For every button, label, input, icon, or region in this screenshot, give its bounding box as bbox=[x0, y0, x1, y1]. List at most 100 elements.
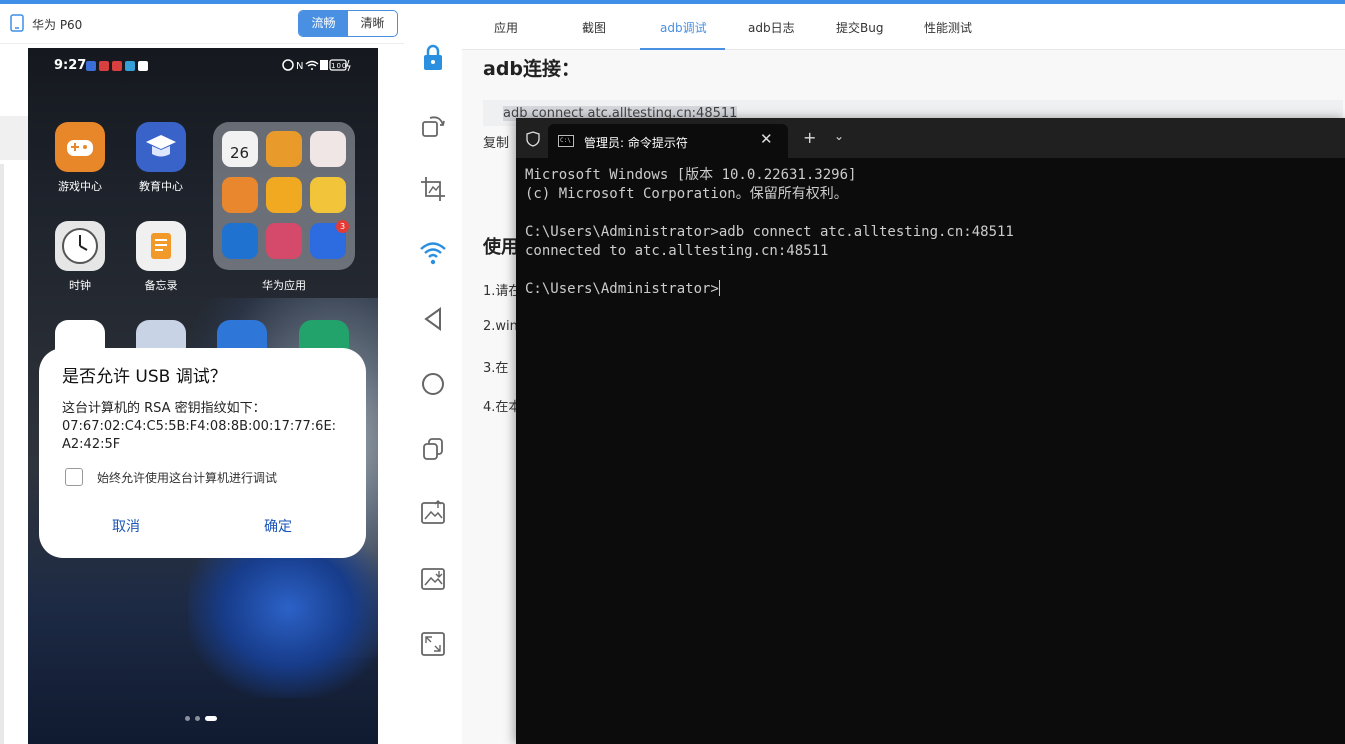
terminal-tab-title: 管理员: 命令提示符 bbox=[584, 136, 688, 150]
mail-app-icon: 3 bbox=[310, 220, 349, 259]
terminal-tab[interactable]: C:\ 管理员: 命令提示符 ✕ bbox=[548, 124, 788, 158]
usage-heading: 使用 bbox=[483, 237, 519, 258]
gift-app-icon bbox=[310, 131, 346, 167]
close-icon[interactable]: ✕ bbox=[760, 130, 773, 148]
graduation-cap-icon bbox=[136, 122, 186, 172]
left-gutter bbox=[0, 44, 28, 744]
notif-icon bbox=[86, 61, 96, 71]
mode-smooth-button[interactable]: 流畅 bbox=[299, 11, 348, 36]
recent-apps-icon[interactable] bbox=[418, 434, 448, 464]
page-dot-current bbox=[205, 716, 217, 721]
notes-icon bbox=[136, 221, 186, 271]
cmd-icon: C:\ bbox=[558, 135, 574, 147]
rotate-icon[interactable] bbox=[418, 110, 448, 140]
signal-wifi-battery-icon: N 100 bbox=[282, 59, 351, 72]
back-icon[interactable] bbox=[418, 304, 448, 334]
cancel-button[interactable]: 取消 bbox=[112, 516, 140, 536]
cup-app-icon bbox=[266, 177, 302, 213]
home-icon[interactable] bbox=[418, 369, 448, 399]
top-tabs: 应用 截图 adb调试 adb日志 提交Bug 性能测试 bbox=[462, 4, 1345, 50]
chevron-down-icon[interactable]: ⌄ bbox=[834, 129, 844, 143]
dialog-body: 这台计算机的 RSA 密钥指纹如下： 07:67:02:C4:C5:5B:F4:… bbox=[62, 400, 352, 454]
app-notes[interactable]: 备忘录 bbox=[126, 221, 196, 293]
page-dot bbox=[185, 716, 190, 721]
mode-clear-button[interactable]: 清晰 bbox=[348, 11, 397, 36]
status-right-icons: N 100 bbox=[282, 58, 352, 75]
terminal-line: connected to atc.alltesting.cn:48511 bbox=[525, 243, 829, 259]
usb-debug-dialog: 是否允许 USB 调试？ 这台计算机的 RSA 密钥指纹如下： 07:67:02… bbox=[39, 348, 366, 558]
app-folder[interactable]: 26 3 bbox=[213, 122, 355, 270]
partial-app-icon bbox=[136, 320, 186, 350]
phone-icon bbox=[10, 14, 24, 32]
dialog-title: 是否允许 USB 调试？ bbox=[62, 367, 227, 387]
terminal-line: Microsoft Windows [版本 10.0.22631.3296] bbox=[525, 167, 857, 183]
partial-app-icon bbox=[299, 320, 349, 350]
status-time: 9:27 bbox=[54, 58, 87, 73]
tab-adb-log[interactable]: adb日志 bbox=[748, 19, 795, 36]
folder-label: 华为应用 bbox=[262, 279, 306, 292]
text-cursor bbox=[718, 280, 720, 296]
app-window: 华为 P60 流畅 清晰 9:27 N 100 游戏中心 教育中心 26 3 华… bbox=[0, 0, 1345, 744]
partial-app-icon bbox=[55, 320, 105, 350]
svg-text:100: 100 bbox=[331, 62, 347, 70]
wifi-icon[interactable] bbox=[418, 238, 448, 268]
calendar-day: 26 bbox=[230, 144, 250, 162]
page-dot bbox=[195, 716, 200, 721]
adb-connect-heading: adb连接： bbox=[483, 58, 581, 80]
tab-adb-debug[interactable]: adb调试 bbox=[660, 19, 707, 36]
app-education-center[interactable]: 教育中心 bbox=[126, 122, 196, 194]
usage-step: 2.win bbox=[483, 319, 518, 334]
phone-status-bar: 9:27 N 100 bbox=[28, 48, 378, 82]
app-label: 游戏中心 bbox=[58, 180, 102, 193]
quality-toggle[interactable]: 流畅 清晰 bbox=[298, 10, 398, 37]
dialog-fingerprint: 07:67:02:C4:C5:5B:F4:08:8B:00:17:77:6E: bbox=[62, 419, 337, 434]
notif-icon bbox=[125, 61, 135, 71]
app-label: 时钟 bbox=[69, 279, 91, 292]
app-game-center[interactable]: 游戏中心 bbox=[45, 122, 115, 194]
partial-app-icon bbox=[217, 320, 267, 350]
crop-icon[interactable] bbox=[418, 174, 448, 204]
tool-column bbox=[404, 4, 462, 744]
heart-app-icon bbox=[266, 131, 302, 167]
copy-hint[interactable]: 复制 bbox=[483, 132, 509, 151]
fox-app-icon bbox=[222, 177, 258, 213]
ix-app-icon bbox=[266, 223, 302, 259]
clock-icon bbox=[55, 221, 105, 271]
new-tab-icon[interactable]: + bbox=[803, 128, 816, 147]
screenshot-icon[interactable] bbox=[418, 498, 448, 528]
gutter-line bbox=[0, 164, 4, 744]
terminal-line: (c) Microsoft Corporation。保留所有权利。 bbox=[525, 186, 848, 202]
shield-icon bbox=[526, 131, 540, 147]
terminal-prompt: C:\Users\Administrator> bbox=[525, 281, 719, 297]
save-image-icon[interactable] bbox=[418, 564, 448, 594]
usage-step: 3.在 bbox=[483, 361, 509, 376]
gamepad-icon bbox=[55, 122, 105, 172]
terminal-tab-bar: C:\ 管理员: 命令提示符 ✕ + ⌄ bbox=[516, 118, 1345, 158]
app-label: 备忘录 bbox=[144, 279, 178, 292]
phone-screen[interactable]: 9:27 N 100 游戏中心 教育中心 26 3 华为应用 时钟 备忘录 是否… bbox=[28, 48, 378, 744]
always-allow-checkbox[interactable] bbox=[65, 468, 83, 486]
diamond-app-icon bbox=[310, 177, 346, 213]
terminal-window[interactable]: C:\ 管理员: 命令提示符 ✕ + ⌄ Microsoft Windows [… bbox=[516, 118, 1345, 744]
page-indicator bbox=[185, 716, 217, 721]
globe-app-icon bbox=[222, 223, 258, 259]
tab-screenshot[interactable]: 截图 bbox=[582, 19, 606, 36]
notif-icon bbox=[99, 61, 109, 71]
svg-text:N: N bbox=[296, 61, 304, 72]
tab-submit-bug[interactable]: 提交Bug bbox=[836, 19, 883, 36]
gutter-shade bbox=[0, 116, 28, 160]
fullscreen-icon[interactable] bbox=[418, 629, 448, 659]
tab-performance[interactable]: 性能测试 bbox=[924, 19, 972, 36]
phone-right-gutter bbox=[378, 44, 404, 744]
confirm-button[interactable]: 确定 bbox=[264, 516, 292, 536]
app-clock[interactable]: 时钟 bbox=[45, 221, 115, 293]
notification-icons bbox=[86, 61, 148, 71]
tab-apps[interactable]: 应用 bbox=[494, 19, 518, 36]
notif-icon bbox=[112, 61, 122, 71]
app-label: 教育中心 bbox=[139, 180, 183, 193]
lock-icon[interactable] bbox=[418, 42, 448, 72]
terminal-blank bbox=[525, 261, 1340, 280]
terminal-prompt-line: C:\Users\Administrator> bbox=[525, 280, 1340, 299]
dialog-body-line: 这台计算机的 RSA 密钥指纹如下： bbox=[62, 401, 266, 416]
terminal-output[interactable]: Microsoft Windows [版本 10.0.22631.3296] (c… bbox=[525, 166, 1340, 299]
